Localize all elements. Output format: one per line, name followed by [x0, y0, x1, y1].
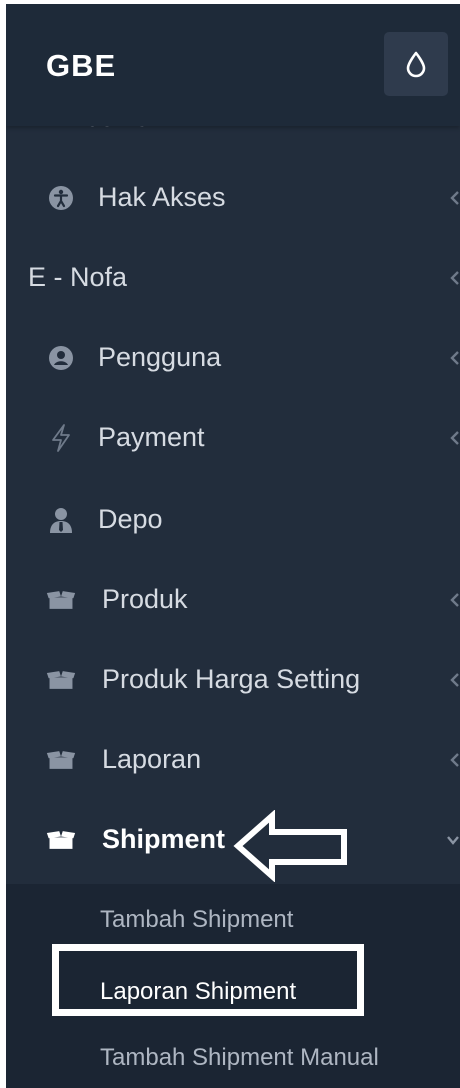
brand-logo[interactable]: GBE	[46, 48, 116, 84]
sidebar-item-label: Depo	[98, 504, 163, 534]
submenu-item-tambah-shipment[interactable]: Tambah Shipment	[100, 906, 293, 934]
sidebar-item-label: Pengguna	[98, 342, 222, 372]
sidebar-item-depo[interactable]: Depo	[6, 490, 460, 550]
chevron-left-icon	[450, 431, 459, 445]
box-icon	[46, 586, 76, 614]
box-icon	[46, 666, 76, 694]
sidebar-item-e-nofa[interactable]: E - Nofa	[6, 248, 460, 308]
sidebar-item-label: Produk	[102, 584, 188, 614]
sidebar-header: GBE	[6, 4, 460, 126]
chevron-left-icon	[450, 593, 459, 607]
sidebar: GBE Jenis PPN Hak Akses E - Nofa	[6, 4, 460, 1088]
chevron-left-icon	[450, 753, 459, 767]
sidebar-item-pengguna[interactable]: Pengguna	[6, 328, 460, 388]
sidebar-item-label: Payment	[98, 422, 205, 452]
chevron-down-icon	[447, 836, 459, 845]
arrow-left-icon	[233, 810, 347, 882]
sidebar-item-produk-harga-setting[interactable]: Produk Harga Setting	[6, 650, 460, 710]
sidebar-item-payment[interactable]: Payment	[6, 408, 460, 468]
theme-toggle-button[interactable]	[384, 32, 448, 96]
accessibility-icon	[46, 184, 76, 212]
droplet-icon	[406, 51, 426, 78]
bolt-icon	[46, 424, 76, 452]
chevron-left-icon	[450, 191, 459, 205]
box-icon	[46, 826, 76, 854]
sidebar-item-produk[interactable]: Produk	[6, 570, 460, 630]
user-tie-icon	[46, 506, 76, 534]
sidebar-item-laporan[interactable]: Laporan	[6, 730, 460, 790]
sidebar-item-label: E - Nofa	[28, 262, 128, 292]
sidebar-item-hak-akses[interactable]: Hak Akses	[6, 168, 460, 228]
chevron-left-icon	[450, 351, 459, 365]
chevron-left-icon	[450, 271, 459, 285]
sidebar-item-label: Produk Harga Setting	[102, 664, 361, 694]
sidebar-item-label: Laporan	[102, 744, 202, 774]
box-icon	[46, 746, 76, 774]
submenu-item-tambah-shipment-manual[interactable]: Tambah Shipment Manual	[100, 1044, 379, 1072]
highlight-box	[52, 944, 364, 1016]
user-circle-icon	[46, 344, 76, 372]
sidebar-item-label: Hak Akses	[98, 182, 226, 212]
chevron-left-icon	[450, 673, 459, 687]
sidebar-item-label: Shipment	[102, 824, 226, 854]
